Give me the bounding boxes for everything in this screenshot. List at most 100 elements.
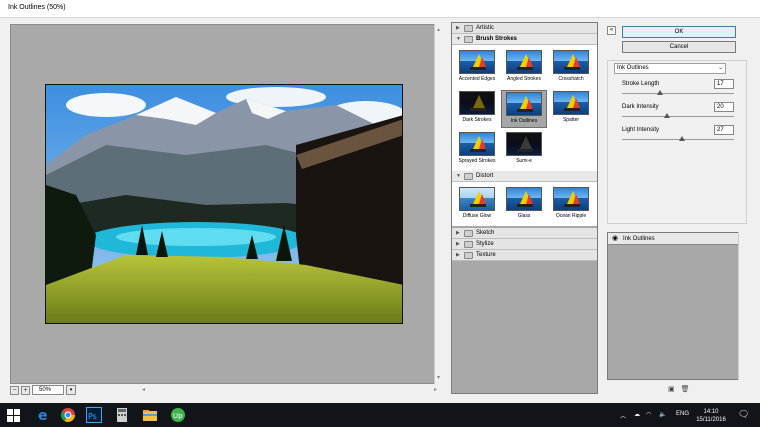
wifi-icon[interactable]: ◠ — [646, 411, 651, 418]
light-intensity-slider-handle[interactable] — [679, 136, 686, 141]
volume-icon[interactable]: 🔈 — [659, 411, 666, 418]
folder-icon — [464, 229, 473, 237]
filter-accented-edges[interactable]: Accented Edges — [454, 49, 500, 87]
zoom-in-button[interactable]: + — [21, 385, 30, 395]
language-indicator[interactable]: ENG — [676, 411, 689, 417]
ok-button[interactable]: OK — [622, 26, 736, 38]
filter-sprayed-strokes[interactable]: Sprayed Strokes — [454, 131, 500, 169]
filter-sumi-e[interactable]: Sumi-e — [501, 131, 547, 169]
effect-layer-label: Ink Outlines — [623, 235, 655, 242]
filter-label: Diffuse Glow — [462, 213, 492, 219]
distort-thumbnails: Diffuse Glow Glass Ocean Ripple — [452, 182, 597, 226]
layers-scrollbar[interactable] — [738, 232, 747, 380]
start-icon[interactable] — [6, 407, 22, 423]
filter-label: Crosshatch — [558, 76, 584, 82]
collapsed-triangle-icon: ▶ — [456, 241, 460, 247]
clock-time: 14:10 — [703, 409, 719, 415]
filter-select-dropdown[interactable]: Ink Outlines ⌄ — [614, 63, 726, 74]
filter-spatter[interactable]: Spatter — [548, 90, 594, 128]
zoom-level-field[interactable]: 50% — [32, 385, 64, 395]
filter-thumbnail — [506, 132, 542, 156]
filter-thumbnail — [459, 132, 495, 156]
collapsed-triangle-icon: ▶ — [456, 252, 460, 258]
effect-layer-row[interactable]: ◉ Ink Outlines — [608, 233, 746, 245]
chevron-up-icon[interactable]: ︿ — [620, 411, 626, 420]
filter-thumbnail — [553, 50, 589, 74]
preview-vertical-scrollbar[interactable]: ▴ ▾ — [434, 24, 444, 384]
folder-icon — [464, 240, 473, 248]
dark-intensity-input[interactable]: 20 — [714, 102, 734, 112]
category-label: Stylize — [476, 241, 494, 247]
filter-gallery: ▶ Artistic ▼ Brush Strokes Accented Edge… — [451, 22, 598, 394]
scroll-right-icon[interactable]: ▸ — [434, 386, 437, 393]
eye-icon[interactable]: ◉ — [611, 235, 619, 243]
dark-intensity-slider-handle[interactable] — [663, 113, 670, 118]
preview-horizontal-scrollbar[interactable]: ◂ ▸ — [140, 384, 444, 394]
light-intensity-input[interactable]: 27 — [714, 125, 734, 135]
cancel-button[interactable]: Cancel — [622, 41, 736, 53]
filter-label: Dark Strokes — [462, 117, 492, 123]
system-clock[interactable]: 14:10 15/11/2016 — [694, 408, 728, 424]
chrome-icon[interactable] — [60, 407, 76, 423]
category-artistic[interactable]: ▶ Artistic — [452, 23, 597, 34]
new-effect-layer-icon[interactable]: ▣ — [668, 385, 675, 393]
filter-dark-strokes[interactable]: Dark Strokes — [454, 90, 500, 128]
stroke-length-label: Stroke Length — [622, 81, 660, 87]
stroke-length-input[interactable]: 17 — [714, 79, 734, 89]
stroke-length-slider-handle[interactable] — [657, 90, 664, 95]
category-texture[interactable]: ▶ Texture — [452, 250, 597, 261]
category-label: Sketch — [476, 230, 495, 236]
filter-ink-outlines[interactable]: Ink Outlines — [501, 90, 547, 128]
folder-icon — [464, 35, 473, 43]
dark-intensity-slider[interactable] — [622, 116, 734, 117]
zoom-dropdown-button[interactable]: ▾ — [66, 385, 76, 395]
filter-label: Spatter — [562, 117, 580, 123]
zoom-out-button[interactable]: − — [10, 385, 19, 395]
filter-label: Ocean Ripple — [555, 213, 587, 219]
svg-text:Up: Up — [173, 412, 183, 420]
filter-label: Sprayed Strokes — [458, 158, 496, 164]
filter-thumbnail — [506, 50, 542, 74]
stroke-length-slider[interactable] — [622, 93, 734, 94]
category-label: Artistic — [476, 25, 494, 31]
svg-text:Ps: Ps — [88, 412, 97, 421]
light-intensity-slider[interactable] — [622, 139, 734, 140]
edge-icon[interactable]: e — [36, 407, 52, 424]
windows-taskbar: e Ps Up ︿ ☁ ◠ 🔈 ENG 14:10 15/11/2016 🗨 — [0, 403, 760, 427]
photoshop-icon[interactable]: Ps — [86, 407, 102, 423]
scroll-down-icon[interactable]: ▾ — [437, 374, 440, 381]
filter-thumbnail — [459, 187, 495, 211]
clock-date: 15/11/2016 — [696, 417, 726, 423]
scroll-left-icon[interactable]: ◂ — [142, 386, 145, 393]
landscape-image — [46, 85, 402, 323]
filter-ocean-ripple[interactable]: Ocean Ripple — [548, 186, 594, 224]
filter-label: Accented Edges — [458, 76, 496, 82]
upwork-icon[interactable]: Up — [170, 407, 186, 423]
layer-actions: ▣ 🗑 — [668, 385, 690, 393]
category-sketch[interactable]: ▶ Sketch — [452, 228, 597, 239]
filter-thumbnail — [459, 50, 495, 74]
preview-image[interactable] — [45, 84, 403, 324]
category-stylize[interactable]: ▶ Stylize — [452, 239, 597, 250]
collapse-gallery-button[interactable]: « — [607, 26, 616, 35]
onedrive-icon[interactable]: ☁ — [634, 411, 640, 418]
light-intensity-label: Light Intensity — [622, 127, 660, 133]
filter-diffuse-glow[interactable]: Diffuse Glow — [454, 186, 500, 224]
category-distort[interactable]: ▼ Distort — [452, 171, 597, 182]
calculator-icon[interactable] — [114, 407, 130, 423]
folder-icon — [464, 172, 473, 180]
category-label: Texture — [476, 252, 496, 258]
delete-effect-layer-icon[interactable]: 🗑 — [681, 385, 690, 393]
filter-label: Glass — [517, 213, 531, 219]
category-brush-strokes[interactable]: ▼ Brush Strokes — [452, 34, 597, 45]
category-label: Distort — [476, 173, 494, 179]
filter-thumbnail — [506, 92, 542, 116]
filter-angled-strokes[interactable]: Angled Strokes — [501, 49, 547, 87]
filter-glass[interactable]: Glass — [501, 186, 547, 224]
filter-crosshatch[interactable]: Crosshatch — [548, 49, 594, 87]
notification-icon[interactable]: 🗨 — [738, 409, 749, 420]
scroll-up-icon[interactable]: ▴ — [437, 26, 440, 33]
filter-thumbnail — [506, 187, 542, 211]
file-explorer-icon[interactable] — [142, 407, 158, 423]
svg-text:e: e — [38, 408, 48, 423]
